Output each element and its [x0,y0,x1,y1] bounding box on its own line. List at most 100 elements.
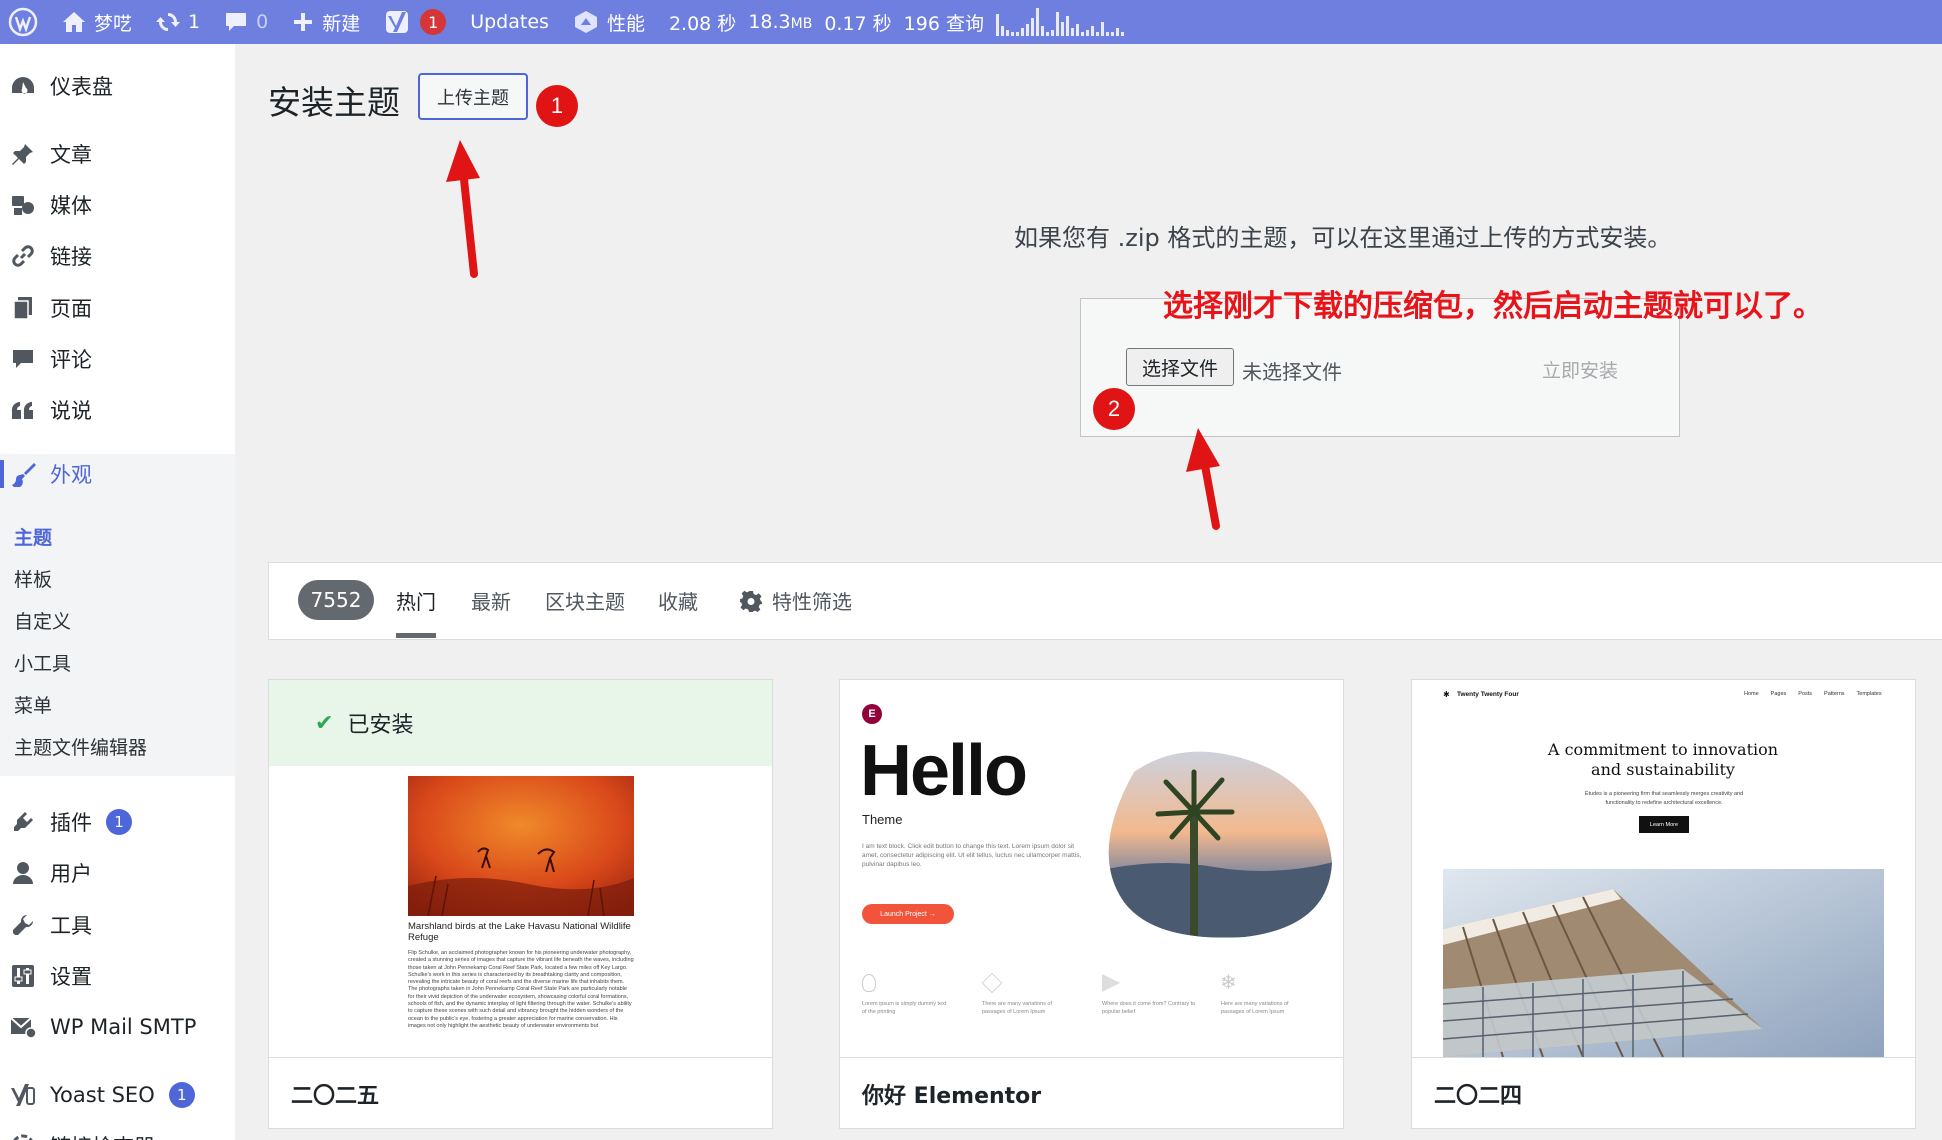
updates-label: Updates [470,11,549,33]
architecture-image [1443,869,1884,1057]
preview-headline: Hello [860,731,1028,811]
feature-snowflake-icon: ❄ [1220,970,1237,994]
comments-menu[interactable]: 0 [212,0,280,44]
menu-shuoshuo[interactable]: 说说 [0,390,235,430]
tab-favorites[interactable]: 收藏 [658,586,698,615]
updates-link[interactable]: Updates [458,0,561,44]
perf-memory: 18.3MB [748,11,813,33]
submenu-theme-editor[interactable]: 主题文件编辑器 [14,733,147,760]
menu-dashboard[interactable]: 仪表盘 [0,66,235,106]
feature-text: Where does it come from? Contrary to pop… [1102,1001,1196,1015]
pin-icon [10,141,36,167]
new-label: 新建 [322,12,361,35]
comments-count: 0 [256,11,269,33]
performance-icon [574,11,597,33]
preview-site-logo-icon: ✱ [1443,690,1450,699]
yoast-menu[interactable]: 1 [372,0,458,44]
theme-card-hello-elementor[interactable]: E Hello Theme I am text block. Click edi… [839,679,1344,1129]
submenu-themes[interactable]: 主题 [14,523,52,550]
new-content-menu[interactable]: 新建 [280,0,372,44]
query-monitor-menu[interactable]: 2.08 秒 18.3MB 0.17 秒 196 查询 [657,0,1136,44]
checkmark-icon: ✔ [315,710,334,736]
perf-queries: 196 查询 [903,12,984,35]
elementor-logo-icon: E [862,704,882,724]
annotation-marker-2: 2 [1093,388,1135,430]
query-sparkline [995,8,1124,36]
menu-media[interactable]: 媒体 [0,185,235,225]
updates-menu[interactable]: 1 [144,0,212,44]
submenu-widgets[interactable]: 小工具 [14,649,71,676]
menu-appearance[interactable]: 外观 [0,454,235,494]
perf-query-time: 0.17 秒 [824,12,892,35]
menu-posts[interactable]: 文章 [0,134,235,174]
theme-name: 二〇二四 [1412,1057,1915,1128]
gear-icon [740,590,762,612]
site-name: 梦呓 [94,12,133,35]
preview-subheadline: Theme [862,812,903,827]
upload-theme-button[interactable]: 上传主题 [418,73,528,120]
performance-menu[interactable]: 性能 [561,0,657,44]
pages-icon [10,295,36,321]
preview-caption: Marshland birds at the Lake Havasu Natio… [408,921,631,943]
theme-screenshot: ✱ Twenty Twenty Four Home Pages Posts Patte… [1412,680,1915,1057]
menu-settings[interactable]: 设置 [0,956,235,996]
feature-send-icon [1102,974,1120,992]
feature-text: Here are many variations of passages of … [1221,1001,1289,1015]
site-name-menu[interactable]: 梦呓 [50,0,144,44]
page-title: 安装主题 [268,83,400,122]
tab-block-themes[interactable]: 区块主题 [545,586,625,615]
link-icon [10,243,36,269]
feature-filter-button[interactable]: 特性筛选 [740,586,852,615]
menu-users[interactable]: 用户 [0,853,235,893]
brush-icon [10,461,36,487]
link-checker-icon [10,1133,36,1140]
menu-comments[interactable]: 评论 [0,339,235,379]
theme-card-twenty-twenty-four[interactable]: ✱ Twenty Twenty Four Home Pages Posts Patte… [1411,679,1916,1129]
choose-file-button[interactable]: 选择文件 [1126,348,1234,386]
upload-help-text: 如果您有 .zip 格式的主题，可以在这里通过上传的方式安装。 [1014,224,1672,252]
menu-tools[interactable]: 工具 [0,905,235,945]
menu-wp-mail-smtp[interactable]: WP Mail SMTP [0,1007,235,1047]
plugins-update-badge: 1 [106,809,132,835]
updates-count: 1 [188,11,201,33]
mail-icon [10,1014,36,1040]
yoast-seo-badge: 1 [168,1082,195,1108]
preview-heading: A commitment to innovation and sustainab… [1547,740,1779,779]
menu-pages[interactable]: 页面 [0,288,235,328]
comment-icon [226,13,247,31]
cactus-image [1108,751,1332,938]
tab-popular[interactable]: 热门 [396,586,436,615]
theme-screenshot: ✔ 已安装 Marshland birds at the Lake Havasu… [269,680,772,1057]
menu-plugins[interactable]: 插件 1 [0,802,235,842]
preview-intro-text: Études is a pioneering firm that seamles… [1584,791,1744,806]
perf-time: 2.08 秒 [668,12,737,35]
yoast-icon [386,11,409,33]
media-icon [10,192,36,218]
wp-logo-menu[interactable] [0,0,50,44]
submenu-patterns[interactable]: 样板 [14,565,52,592]
annotation-marker-1: 1 [536,85,578,127]
theme-name: 你好 Elementor [840,1057,1343,1128]
menu-links[interactable]: 链接 [0,236,235,276]
menu-link-checker[interactable]: 链接检查器 [0,1126,235,1140]
submenu-customize[interactable]: 自定义 [14,607,71,634]
theme-name: 二〇二五 [269,1057,772,1128]
feature-diamond-icon [981,972,1003,994]
plus-icon [294,13,313,31]
yoast-badge: 1 [420,9,447,35]
feature-text: There are many variations of passages of… [982,1001,1053,1015]
annotation-arrow-2 [1186,428,1220,530]
theme-screenshot: E Hello Theme I am text block. Click edi… [840,680,1343,1057]
submenu-menus[interactable]: 菜单 [14,691,52,718]
feature-filter-label: 特性筛选 [772,590,852,614]
tab-latest[interactable]: 最新 [471,586,511,615]
feature-bulb-icon [862,974,876,992]
refresh-icon [156,13,181,31]
install-now-button[interactable]: 立即安装 [1542,356,1618,383]
theme-card-twenty-twenty-five[interactable]: ✔ 已安装 Marshland birds at the Lake Havasu… [268,679,773,1129]
dashboard-icon [10,73,36,99]
plugin-icon [10,809,36,835]
preview-body-text: Flip Schulke, an acclaimed photographer … [408,950,634,1029]
wordpress-icon [8,7,38,37]
menu-yoast-seo[interactable]: Yoast SEO 1 [0,1075,235,1115]
